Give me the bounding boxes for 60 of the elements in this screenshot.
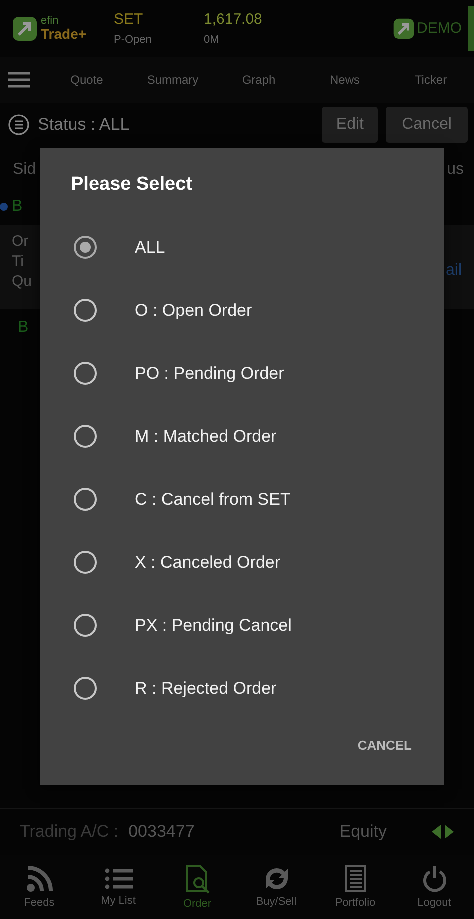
account-type: Equity — [340, 822, 387, 842]
column-header: us — [447, 161, 464, 180]
nav-item[interactable]: Logout — [395, 855, 474, 919]
logo-icon — [12, 16, 38, 42]
radio-option[interactable]: ALL — [40, 216, 444, 279]
nav-item[interactable]: Buy/Sell — [237, 855, 316, 919]
action-button[interactable]: Cancel — [386, 107, 468, 143]
switch-arrows-icon[interactable] — [432, 825, 454, 839]
radio-button[interactable] — [74, 488, 97, 511]
nav-item[interactable]: Portfolio — [316, 855, 395, 919]
radio-option[interactable]: X : Canceled Order — [40, 531, 444, 594]
logo-text: Trade+ — [41, 27, 87, 41]
list-icon — [104, 867, 132, 891]
list-icon[interactable] — [8, 114, 30, 136]
action-button[interactable]: Edit — [322, 107, 378, 143]
cancel-button[interactable]: CANCEL — [348, 730, 422, 761]
logo-text: efin — [41, 16, 60, 27]
demo-label: DEMO — [417, 20, 462, 37]
account-number: 0033477 — [128, 822, 195, 842]
side-text: B — [12, 198, 23, 216]
radio-option[interactable]: PX : Pending Cancel — [40, 594, 444, 657]
radio-button[interactable] — [74, 362, 97, 385]
card-text: Or — [12, 233, 30, 250]
column-header: Sid — [13, 161, 36, 180]
menu-icon[interactable] — [8, 72, 30, 88]
nav-item[interactable]: Order — [158, 855, 237, 919]
rss-icon — [26, 865, 54, 893]
radio-option[interactable]: PO : Pending Order — [40, 342, 444, 405]
market-state: P-Open — [114, 34, 153, 46]
document-icon — [344, 865, 366, 893]
status-dot — [0, 203, 8, 211]
radio-button[interactable] — [74, 425, 97, 448]
card-text: Ti — [12, 253, 25, 270]
card-text: Qu — [12, 273, 32, 290]
radio-button[interactable] — [74, 614, 97, 637]
radio-button[interactable] — [74, 236, 97, 259]
volume-value: 0M — [204, 34, 220, 46]
tab[interactable]: Ticker — [388, 73, 474, 87]
radio-option[interactable]: C : Cancel from SET — [40, 468, 444, 531]
radio-option[interactable]: O : Open Order — [40, 279, 444, 342]
status-label: Status : ALL — [38, 115, 131, 135]
tab[interactable]: Summary — [130, 73, 216, 87]
power-icon — [422, 865, 448, 893]
radio-button[interactable] — [74, 551, 97, 574]
index-value: 1,617.08 — [204, 11, 264, 28]
document-search-icon — [184, 864, 210, 894]
market-name: SET — [114, 11, 144, 28]
dialog-title: Please Select — [71, 174, 192, 196]
logo-icon — [393, 18, 415, 40]
side-text: B — [18, 319, 29, 336]
detail-link[interactable]: ail — [446, 262, 462, 280]
nav-item[interactable]: Feeds — [0, 855, 79, 919]
tab[interactable]: News — [302, 73, 388, 87]
radio-option[interactable]: R : Rejected Order — [40, 657, 444, 720]
radio-button[interactable] — [74, 677, 97, 700]
nav-item[interactable]: My List — [79, 855, 158, 919]
radio-button[interactable] — [74, 299, 97, 322]
radio-option[interactable]: M : Matched Order — [40, 405, 444, 468]
tab[interactable]: Graph — [216, 73, 302, 87]
tab[interactable]: Quote — [44, 73, 130, 87]
